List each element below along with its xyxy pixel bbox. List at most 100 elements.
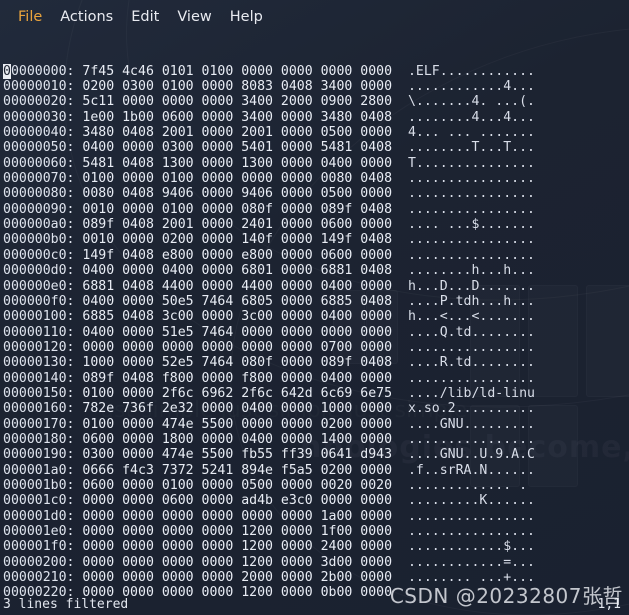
hex-ascii[interactable]: h...<...<....... — [408, 309, 535, 324]
hex-ascii[interactable]: ........4...4... — [408, 110, 535, 125]
hex-ascii[interactable]: ........ ...+... — [408, 570, 535, 585]
hex-row[interactable]: 00000120: 0000 0000 0000 0000 0000 0000 … — [3, 340, 629, 355]
hex-bytes[interactable]: 149f 0408 e800 0000 e800 0000 0600 0000 — [82, 248, 392, 263]
hex-dump-view[interactable]: 00000000: 7f45 4c46 0101 0100 0000 0000 … — [0, 33, 629, 601]
hex-bytes[interactable]: 089f 0408 2001 0000 2401 0000 0600 0000 — [82, 217, 392, 232]
hex-row[interactable]: 00000010: 0200 0300 0100 0000 8083 0408 … — [3, 79, 629, 94]
hex-bytes[interactable]: 0300 0000 474e 5500 fb55 ff39 0641 d943 — [82, 447, 392, 462]
hex-bytes[interactable]: 0600 0000 1800 0000 0400 0000 1400 0000 — [82, 432, 392, 447]
hex-bytes[interactable]: 6885 0408 3c00 0000 3c00 0000 0400 0000 — [82, 309, 392, 324]
hex-row[interactable]: 000001b0: 0600 0000 0100 0000 0500 0000 … — [3, 478, 629, 493]
hex-bytes[interactable]: 0080 0408 9406 0000 9406 0000 0500 0000 — [82, 186, 392, 201]
hex-ascii[interactable]: ................ — [408, 524, 535, 539]
hex-row[interactable]: 000001e0: 0000 0000 0000 0000 1200 0000 … — [3, 524, 629, 539]
hex-ascii[interactable]: ................ — [408, 432, 535, 447]
hex-ascii[interactable]: ............4... — [408, 79, 535, 94]
hex-ascii[interactable]: ................ — [408, 232, 535, 247]
hex-ascii[interactable]: ....P.tdh...h... — [408, 294, 535, 309]
hex-bytes[interactable]: 0100 0000 2f6c 6962 2f6c 642d 6c69 6e75 — [82, 386, 392, 401]
hex-row[interactable]: 00000150: 0100 0000 2f6c 6962 2f6c 642d … — [3, 386, 629, 401]
hex-row[interactable]: 000000a0: 089f 0408 2001 0000 2401 0000 … — [3, 217, 629, 232]
hex-ascii[interactable]: ................ — [408, 186, 535, 201]
hex-bytes[interactable]: 0000 0000 0000 0000 2000 0000 2b00 0000 — [82, 570, 392, 585]
hex-row[interactable]: 00000210: 0000 0000 0000 0000 2000 0000 … — [3, 570, 629, 585]
hex-row[interactable]: 00000090: 0010 0000 0100 0000 080f 0000 … — [3, 202, 629, 217]
hex-bytes[interactable]: 0400 0000 0400 0000 6801 0000 6881 0408 — [82, 263, 392, 278]
hex-bytes[interactable]: 0100 0000 0100 0000 0000 0000 0080 0408 — [82, 171, 392, 186]
hex-row[interactable]: 00000200: 0000 0000 0000 0000 1200 0000 … — [3, 555, 629, 570]
hex-ascii[interactable]: ................ — [408, 171, 535, 186]
hex-bytes[interactable]: 0200 0300 0100 0000 8083 0408 3400 0000 — [82, 79, 392, 94]
hex-row[interactable]: 00000110: 0400 0000 51e5 7464 0000 0000 … — [3, 325, 629, 340]
hex-row[interactable]: 00000030: 1e00 1b00 0600 0000 3400 0000 … — [3, 110, 629, 125]
hex-bytes[interactable]: 0666 f4c3 7372 5241 894e f5a5 0200 0000 — [82, 463, 392, 478]
hex-ascii[interactable]: ....Q.td........ — [408, 325, 535, 340]
hex-ascii[interactable]: .ELF............ — [408, 64, 535, 79]
hex-row[interactable]: 00000080: 0080 0408 9406 0000 9406 0000 … — [3, 186, 629, 201]
hex-bytes[interactable]: 0010 0000 0100 0000 080f 0000 089f 0408 — [82, 202, 392, 217]
hex-row[interactable]: 00000000: 7f45 4c46 0101 0100 0000 0000 … — [3, 63, 629, 79]
hex-row[interactable]: 000000d0: 0400 0000 0400 0000 6801 0000 … — [3, 263, 629, 278]
hex-bytes[interactable]: 0400 0000 50e5 7464 6805 0000 6885 0408 — [82, 294, 392, 309]
hex-row[interactable]: 00000170: 0100 0000 474e 5500 0000 0000 … — [3, 417, 629, 432]
hex-row[interactable]: 00000160: 782e 736f 2e32 0000 0400 0000 … — [3, 401, 629, 416]
hex-bytes[interactable]: 6881 0408 4400 0000 4400 0000 0400 0000 — [82, 279, 392, 294]
hex-bytes[interactable]: 0010 0000 0200 0000 140f 0000 149f 0408 — [82, 232, 392, 247]
hex-bytes[interactable]: 0000 0000 0600 0000 ad4b e3c0 0000 0000 — [82, 493, 392, 508]
hex-ascii[interactable]: ............=... — [408, 555, 535, 570]
hex-ascii[interactable]: ....R.td........ — [408, 355, 535, 370]
hex-bytes[interactable]: 0600 0000 0100 0000 0500 0000 0020 0020 — [82, 478, 392, 493]
hex-ascii[interactable]: x.so.2.......... — [408, 401, 535, 416]
hex-bytes[interactable]: 1000 0000 52e5 7464 080f 0000 089f 0408 — [82, 355, 392, 370]
menu-item-help[interactable]: Help — [221, 7, 272, 27]
hex-bytes[interactable]: 0000 0000 0000 0000 0000 0000 0700 0000 — [82, 340, 392, 355]
menu-item-view[interactable]: View — [168, 7, 220, 27]
hex-ascii[interactable]: ....GNU..U.9.A.C — [408, 447, 535, 462]
menu-item-file[interactable]: File — [9, 7, 51, 27]
hex-ascii[interactable]: \.......4. ...(. — [408, 94, 535, 109]
hex-row[interactable]: 00000130: 1000 0000 52e5 7464 080f 0000 … — [3, 355, 629, 370]
hex-bytes[interactable]: 7f45 4c46 0101 0100 0000 0000 0000 0000 — [82, 64, 392, 79]
hex-row[interactable]: 000001f0: 0000 0000 0000 0000 1200 0000 … — [3, 539, 629, 554]
hex-ascii[interactable]: .........K...... — [408, 493, 535, 508]
hex-bytes[interactable]: 782e 736f 2e32 0000 0400 0000 1000 0000 — [82, 401, 392, 416]
hex-row[interactable]: 00000050: 0400 0000 0300 0000 5401 0000 … — [3, 140, 629, 155]
hex-bytes[interactable]: 1e00 1b00 0600 0000 3400 0000 3480 0408 — [82, 110, 392, 125]
hex-row[interactable]: 000000b0: 0010 0000 0200 0000 140f 0000 … — [3, 232, 629, 247]
hex-row[interactable]: 00000140: 089f 0408 f800 0000 f800 0000 … — [3, 371, 629, 386]
hex-ascii[interactable]: h...D...D....... — [408, 279, 535, 294]
hex-row[interactable]: 000000e0: 6881 0408 4400 0000 4400 0000 … — [3, 279, 629, 294]
menu-item-actions[interactable]: Actions — [51, 7, 122, 27]
hex-row[interactable]: 00000100: 6885 0408 3c00 0000 3c00 0000 … — [3, 309, 629, 324]
hex-ascii[interactable]: ................ — [408, 248, 535, 263]
hex-row[interactable]: 00000020: 5c11 0000 0000 0000 3400 2000 … — [3, 94, 629, 109]
menu-item-edit[interactable]: Edit — [122, 7, 168, 27]
hex-ascii[interactable]: 4... ... ....... — [408, 125, 535, 140]
hex-row[interactable]: 00000070: 0100 0000 0100 0000 0000 0000 … — [3, 171, 629, 186]
hex-bytes[interactable]: 0000 0000 0000 0000 1200 0000 1f00 0000 — [82, 524, 392, 539]
hex-row[interactable]: 000001d0: 0000 0000 0000 0000 0000 0000 … — [3, 509, 629, 524]
hex-row[interactable]: 000001c0: 0000 0000 0600 0000 ad4b e3c0 … — [3, 493, 629, 508]
hex-ascii[interactable]: .f..srRA.N...... — [408, 463, 535, 478]
hex-bytes[interactable]: 0000 0000 0000 0000 1200 0000 3d00 0000 — [82, 555, 392, 570]
hex-row[interactable]: 00000040: 3480 0408 2001 0000 2001 0000 … — [3, 125, 629, 140]
hex-bytes[interactable]: 0000 0000 0000 0000 1200 0000 2400 0000 — [82, 539, 392, 554]
hex-bytes[interactable]: 0400 0000 0300 0000 5401 0000 5481 0408 — [82, 140, 392, 155]
hex-ascii[interactable]: .... ...$....... — [408, 217, 535, 232]
hex-ascii[interactable]: ................ — [408, 340, 535, 355]
hex-ascii[interactable]: ................ — [408, 202, 535, 217]
hex-row[interactable]: 00000060: 5481 0408 1300 0000 1300 0000 … — [3, 156, 629, 171]
hex-ascii[interactable]: ............. . — [408, 478, 535, 493]
hex-bytes[interactable]: 3480 0408 2001 0000 2001 0000 0500 0000 — [82, 125, 392, 140]
hex-row[interactable]: 000001a0: 0666 f4c3 7372 5241 894e f5a5 … — [3, 463, 629, 478]
hex-row[interactable]: 00000190: 0300 0000 474e 5500 fb55 ff39 … — [3, 447, 629, 462]
hex-bytes[interactable]: 089f 0408 f800 0000 f800 0000 0400 0000 — [82, 371, 392, 386]
hex-ascii[interactable]: ........h...h... — [408, 263, 535, 278]
hex-bytes[interactable]: 5481 0408 1300 0000 1300 0000 0400 0000 — [82, 156, 392, 171]
hex-ascii[interactable]: ....GNU......... — [408, 417, 535, 432]
hex-ascii[interactable]: ..../lib/ld-linu — [408, 386, 535, 401]
hex-bytes[interactable]: 5c11 0000 0000 0000 3400 2000 0900 2800 — [82, 94, 392, 109]
hex-ascii[interactable]: ........T...T... — [408, 140, 535, 155]
hex-row[interactable]: 000000f0: 0400 0000 50e5 7464 6805 0000 … — [3, 294, 629, 309]
hex-row[interactable]: 00000180: 0600 0000 1800 0000 0400 0000 … — [3, 432, 629, 447]
